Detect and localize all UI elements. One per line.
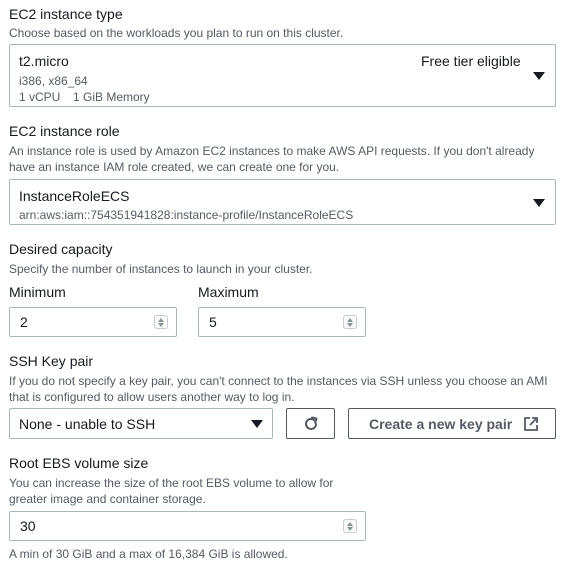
- instance-type-name: t2.micro: [19, 53, 69, 69]
- ssh-key-pair-select[interactable]: None - unable to SSH: [9, 408, 273, 439]
- instance-role-label: EC2 instance role: [9, 123, 120, 139]
- instance-role-description-2: have an instance IAM role created, we ca…: [9, 160, 340, 174]
- root-ebs-input[interactable]: 30: [9, 511, 366, 541]
- ssh-key-pair-label: SSH Key pair: [9, 353, 94, 369]
- instance-type-select[interactable]: t2.micro Free tier eligible i386, x86_64…: [9, 44, 556, 107]
- ssh-key-pair-description-1: If you do not specify a key pair, you ca…: [9, 374, 548, 388]
- ssh-key-pair-description-2: that is configured to allow users anothe…: [9, 390, 295, 404]
- instance-type-vcpu: 1 vCPU: [19, 90, 61, 104]
- maximum-input[interactable]: 5: [198, 307, 366, 337]
- desired-capacity-description: Specify the number of instances to launc…: [9, 262, 313, 276]
- instance-type-arch: i386, x86_64: [19, 74, 88, 88]
- external-link-icon: [524, 417, 538, 431]
- maximum-label: Maximum: [198, 284, 259, 300]
- desired-capacity-label: Desired capacity: [9, 241, 113, 257]
- free-tier-badge: Free tier eligible: [421, 53, 521, 69]
- instance-type-memory: 1 GiB Memory: [73, 90, 150, 104]
- ssh-key-pair-selected: None - unable to SSH: [19, 416, 156, 432]
- minimum-stepper-icon[interactable]: [154, 315, 168, 329]
- chevron-down-icon: [533, 199, 545, 207]
- instance-type-label: EC2 instance type: [9, 6, 123, 22]
- minimum-input[interactable]: 2: [9, 307, 177, 337]
- chevron-down-icon: [533, 72, 545, 80]
- instance-type-description: Choose based on the workloads you plan t…: [9, 26, 344, 40]
- maximum-stepper-icon[interactable]: [343, 315, 357, 329]
- root-ebs-label: Root EBS volume size: [9, 455, 149, 471]
- root-ebs-description-2: greater image and container storage.: [9, 492, 206, 506]
- maximum-value: 5: [209, 314, 217, 330]
- root-ebs-value: 30: [20, 518, 36, 534]
- create-key-pair-button[interactable]: Create a new key pair: [348, 408, 556, 439]
- instance-role-name: InstanceRoleECS: [19, 188, 130, 204]
- create-key-pair-label: Create a new key pair: [369, 416, 513, 432]
- instance-role-select[interactable]: InstanceRoleECS arn:aws:iam::75435194182…: [9, 179, 556, 225]
- refresh-button[interactable]: [286, 408, 335, 439]
- minimum-value: 2: [20, 314, 28, 330]
- root-ebs-constraint: A min of 30 GiB and a max of 16,384 GiB …: [9, 547, 288, 561]
- chevron-down-icon: [251, 420, 263, 428]
- instance-role-description-1: An instance role is used by Amazon EC2 i…: [9, 144, 535, 158]
- instance-role-arn: arn:aws:iam::754351941828:instance-profi…: [19, 208, 354, 222]
- refresh-icon: [305, 416, 318, 430]
- root-ebs-stepper-icon[interactable]: [343, 519, 357, 533]
- minimum-label: Minimum: [9, 284, 66, 300]
- root-ebs-description-1: You can increase the size of the root EB…: [9, 476, 334, 490]
